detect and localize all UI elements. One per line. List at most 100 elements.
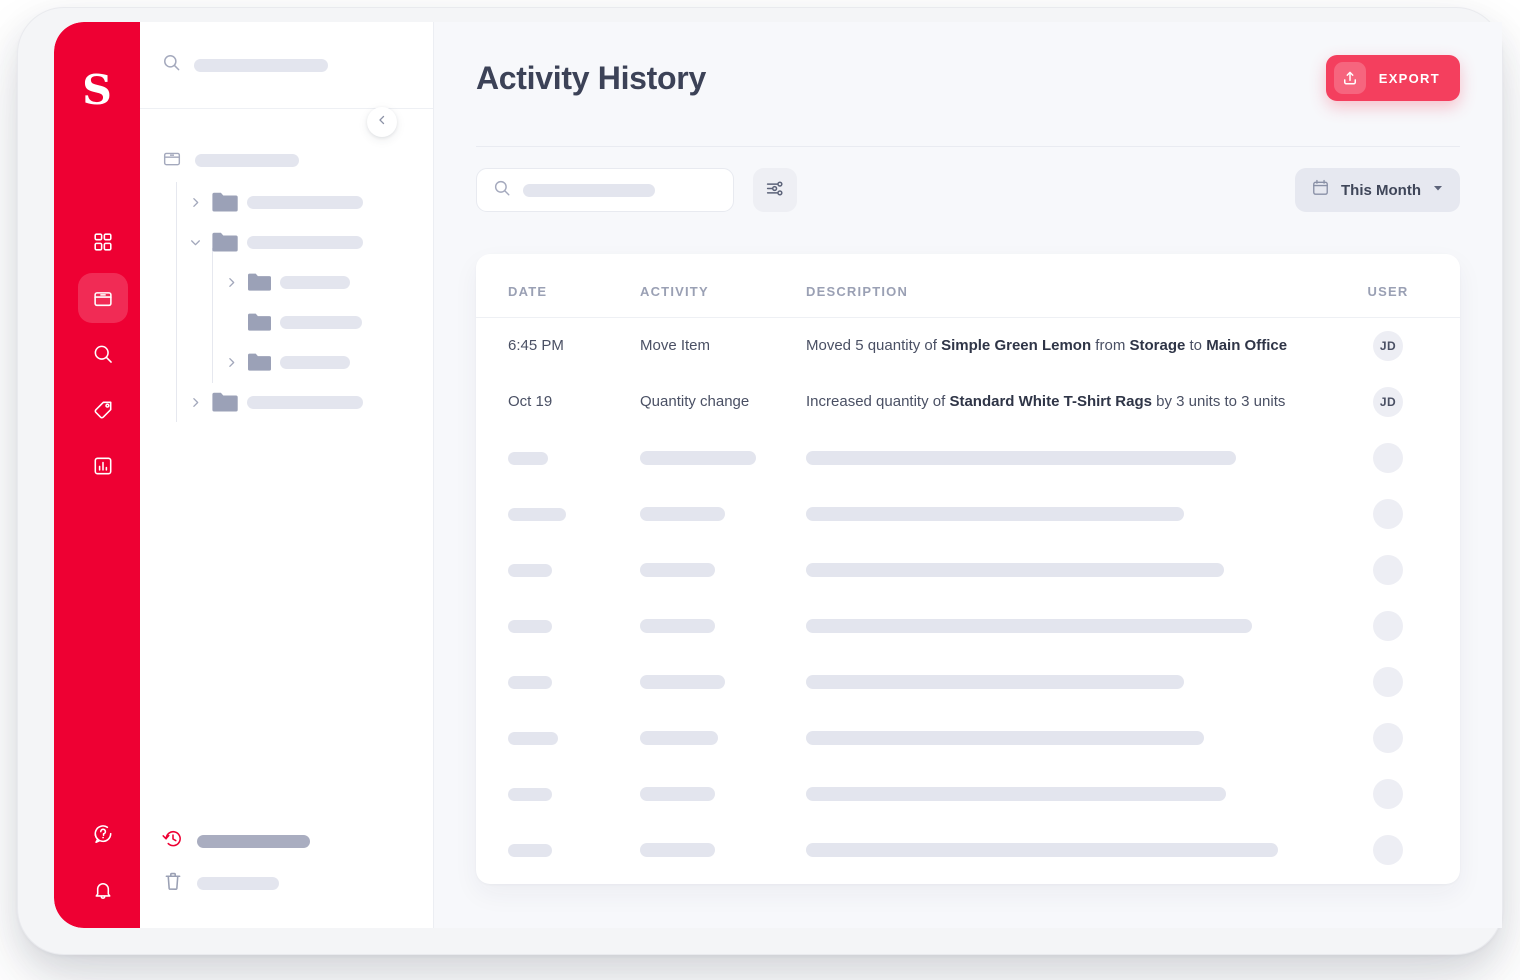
skeleton-date [508, 788, 552, 801]
folder-icon [211, 191, 238, 213]
column-date: DATE [508, 283, 640, 301]
skeleton-activity [640, 843, 715, 857]
table-row[interactable]: Oct 19 Quantity change Increased quantit… [476, 374, 1460, 430]
navigator-search-placeholder [194, 59, 328, 72]
dashboard-grid-icon [92, 231, 114, 253]
tree-folder-label [247, 396, 363, 409]
folder-icon [247, 272, 271, 292]
chevron-down-icon [1432, 181, 1444, 199]
skeleton-description [806, 507, 1184, 521]
rail-item-bell[interactable] [78, 865, 128, 915]
trash-item-label [197, 877, 279, 890]
skeleton-avatar: . [1373, 611, 1403, 641]
table-row-skeleton: . [476, 822, 1460, 878]
table-row-skeleton: . [476, 710, 1460, 766]
brand-logo[interactable]: S [54, 66, 140, 114]
trash-icon [162, 870, 184, 897]
tree-folder-item[interactable] [140, 382, 433, 422]
rail-item-grid[interactable] [78, 217, 128, 267]
main-content: Activity History EXPORT [434, 22, 1502, 928]
avatar[interactable]: JD [1373, 331, 1403, 361]
column-activity: ACTIVITY [640, 283, 806, 301]
activity-history-item[interactable] [140, 820, 433, 862]
skeleton-date [508, 452, 548, 465]
tree-folder-item[interactable] [140, 262, 433, 302]
cell-date: Oct 19 [508, 393, 552, 410]
tree-folder-item[interactable] [140, 342, 433, 382]
skeleton-activity [640, 675, 725, 689]
skeleton-description [806, 843, 1278, 857]
rail-item-help[interactable] [78, 809, 128, 859]
navigator-panel [140, 22, 434, 928]
skeleton-activity [640, 787, 715, 801]
skeleton-description [806, 787, 1226, 801]
skeleton-activity [640, 563, 715, 577]
trash-item[interactable] [140, 862, 433, 904]
table-row-skeleton: . [476, 654, 1460, 710]
header-divider [476, 146, 1460, 147]
tree-folder-item[interactable] [140, 182, 433, 222]
skeleton-date [508, 844, 552, 857]
skeleton-description [806, 731, 1204, 745]
reports-chart-icon [92, 455, 114, 477]
skeleton-activity [640, 619, 715, 633]
tree-folder-label [280, 356, 350, 369]
chevron-right-icon[interactable] [224, 355, 238, 369]
search-input[interactable] [476, 168, 734, 212]
skeleton-date [508, 564, 552, 577]
search-icon [162, 53, 181, 77]
rail-item-gear[interactable] [78, 921, 128, 928]
tree-folder-item[interactable] [140, 222, 433, 262]
help-icon [92, 823, 114, 845]
cell-description: Moved 5 quantity of Simple Green Lemon f… [806, 337, 1287, 354]
chevron-right-icon[interactable] [224, 275, 238, 289]
table-row-skeleton: . [476, 430, 1460, 486]
navigator-search[interactable] [140, 22, 433, 109]
table-row-skeleton: . [476, 486, 1460, 542]
skeleton-description [806, 619, 1252, 633]
sliders-icon [765, 178, 786, 202]
filter-button[interactable] [753, 168, 797, 212]
folder-icon [211, 231, 238, 253]
tree-folder-label [280, 316, 362, 329]
tags-icon [92, 399, 114, 421]
chevron-down-icon[interactable] [188, 235, 202, 249]
table-row-skeleton: . [476, 542, 1460, 598]
rail-item-tags[interactable] [78, 385, 128, 435]
date-range-select[interactable]: This Month [1295, 168, 1460, 212]
icon-rail: S [54, 22, 140, 928]
navigator-root-item[interactable] [140, 144, 433, 176]
tree-folder-item[interactable] [140, 302, 433, 342]
navigator-footer [140, 820, 433, 904]
skeleton-avatar: . [1373, 555, 1403, 585]
folder-icon [247, 352, 271, 372]
tree-folder-label [280, 276, 350, 289]
column-description: DESCRIPTION [806, 283, 1348, 301]
date-range-label: This Month [1341, 182, 1421, 199]
cell-activity: Move Item [640, 337, 710, 354]
rail-item-search[interactable] [78, 329, 128, 379]
column-header-date: DATE [508, 284, 547, 299]
chevron-right-icon[interactable] [188, 195, 202, 209]
cell-activity: Quantity change [640, 393, 749, 410]
chevron-right-icon[interactable] [188, 395, 202, 409]
skeleton-description [806, 563, 1224, 577]
page-title: Activity History [476, 60, 706, 97]
table-row-skeleton: . [476, 598, 1460, 654]
skeleton-activity [640, 731, 718, 745]
skeleton-avatar: . [1373, 779, 1403, 809]
app-screen: S [54, 22, 1502, 928]
rail-item-box[interactable] [78, 273, 128, 323]
tree-folder-label [247, 196, 363, 209]
skeleton-date [508, 732, 558, 745]
export-button[interactable]: EXPORT [1326, 55, 1460, 101]
skeleton-avatar: . [1373, 499, 1403, 529]
skeleton-description [806, 451, 1236, 465]
column-header-activity: ACTIVITY [640, 284, 709, 299]
inventory-box-icon [92, 287, 114, 309]
rail-item-chart[interactable] [78, 441, 128, 491]
panel-collapse-button[interactable] [367, 107, 397, 137]
table-row[interactable]: 6:45 PM Move Item Moved 5 quantity of Si… [476, 318, 1460, 374]
avatar[interactable]: JD [1373, 387, 1403, 417]
search-icon [92, 343, 114, 365]
